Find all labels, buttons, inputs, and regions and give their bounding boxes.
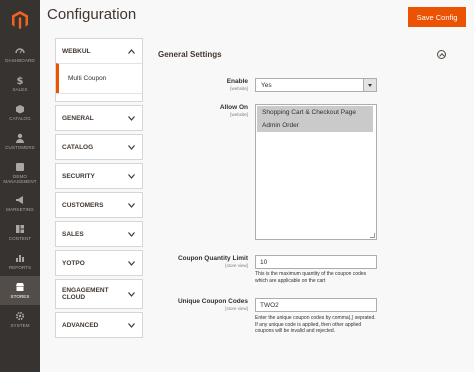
nav-label: Catalog	[9, 116, 31, 121]
demo-icon	[16, 162, 24, 171]
svg-text:$: $	[17, 76, 24, 85]
nav-item-reports[interactable]: Reports	[0, 247, 40, 276]
tab-engagement-cloud[interactable]: ENGAGEMENT CLOUD	[55, 279, 143, 309]
nav-item-catalog[interactable]: Catalog	[0, 98, 40, 127]
nav-item-stores[interactable]: Stores	[0, 276, 40, 305]
nav-label: Sales	[12, 87, 28, 92]
quantity-note: This is the maximum quantity of the coup…	[255, 271, 367, 284]
chevron-down-icon	[128, 260, 135, 266]
tab-yotpo[interactable]: YOTPO	[55, 250, 143, 276]
nav-label: System	[10, 323, 30, 328]
nav-label: Demo Management	[3, 173, 37, 184]
tab-label: YOTPO	[62, 259, 85, 267]
codes-input[interactable]: TWO2	[255, 298, 377, 312]
quantity-input[interactable]: 10	[255, 255, 377, 269]
store-icon	[16, 283, 24, 291]
resize-grip-icon[interactable]	[370, 233, 375, 238]
chevron-down-icon	[128, 144, 135, 150]
tab-sub-label: Multi Coupon	[68, 75, 107, 82]
tab-advanced[interactable]: ADVANCED	[55, 312, 143, 338]
nav-item-marketing[interactable]: Marketing	[0, 189, 40, 218]
enable-select[interactable]: Yes	[255, 78, 377, 92]
tab-general[interactable]: GENERAL	[55, 105, 143, 131]
magento-logo-icon[interactable]	[0, 0, 40, 40]
tab-label: ENGAGEMENT CLOUD	[62, 287, 109, 301]
chevron-up-icon	[128, 48, 135, 54]
allow-on-label: Allow On [website]	[219, 104, 248, 117]
section-title[interactable]: General Settings	[158, 50, 222, 59]
chevron-down-icon	[128, 173, 135, 179]
nav-label: Content	[8, 236, 32, 241]
tab-label: GENERAL	[62, 114, 94, 122]
megaphone-icon	[16, 196, 23, 204]
quantity-label: Coupon Quantity Limit [store view]	[177, 255, 248, 268]
enable-select-value: Yes	[261, 82, 272, 89]
chevron-down-icon	[128, 231, 135, 237]
tab-security[interactable]: SECURITY	[55, 163, 143, 189]
chevron-down-icon	[128, 322, 135, 328]
bar-chart-icon	[16, 255, 24, 262]
chevron-down-icon	[128, 115, 135, 121]
tab-customers[interactable]: CUSTOMERS	[55, 192, 143, 218]
enable-label: Enable [website]	[226, 78, 248, 91]
gear-icon	[15, 311, 25, 321]
chevron-down-icon	[128, 291, 135, 297]
tab-label: CATALOG	[62, 143, 94, 151]
nav-item-customers[interactable]: Customers	[0, 127, 40, 156]
nav-item-system[interactable]: System	[0, 305, 40, 334]
collapse-icon[interactable]	[437, 50, 446, 59]
tab-label: CUSTOMERS	[62, 201, 104, 209]
tab-webkul[interactable]: WEBKUL	[56, 39, 142, 63]
codes-label: Unique Coupon Codes [store view]	[177, 298, 248, 311]
multiselect-option[interactable]: Admin Order	[257, 119, 373, 132]
tab-group-webkul: WEBKUL Multi Coupon	[55, 38, 143, 102]
tab-label: SECURITY	[62, 172, 95, 180]
multiselect-option[interactable]: Shopping Cart & Checkout Page	[257, 106, 373, 119]
nav-label: Stores	[10, 294, 30, 299]
dashboard-icon	[15, 48, 25, 54]
layout-icon	[16, 225, 24, 233]
tab-label: ADVANCED	[62, 321, 99, 329]
tab-label: WEBKUL	[62, 47, 91, 55]
config-tabs: WEBKUL Multi Coupon GENERAL CATALOG SECU…	[55, 38, 143, 341]
tab-catalog[interactable]: CATALOG	[55, 134, 143, 160]
tab-sales[interactable]: SALES	[55, 221, 143, 247]
nav-item-demo-management[interactable]: Demo Management	[0, 156, 40, 189]
nav-label: Dashboard	[5, 58, 35, 63]
dollar-icon: $	[17, 76, 24, 85]
admin-sidebar: Dashboard $ Sales Catalog Customers Demo…	[0, 0, 40, 372]
box-icon	[16, 105, 24, 114]
chevron-down-icon	[363, 79, 376, 91]
nav-item-sales[interactable]: $ Sales	[0, 69, 40, 98]
tab-footer	[56, 93, 142, 101]
nav-label: Customers	[5, 145, 35, 150]
nav-item-content[interactable]: Content	[0, 218, 40, 247]
save-config-button[interactable]: Save Config	[408, 7, 466, 27]
nav-item-dashboard[interactable]: Dashboard	[0, 40, 40, 69]
allow-on-multiselect[interactable]: Shopping Cart & Checkout Page Admin Orde…	[255, 104, 377, 240]
nav-label: Marketing	[6, 207, 34, 212]
tab-multi-coupon[interactable]: Multi Coupon	[56, 63, 142, 93]
codes-note: Enter the unique coupon codes by comma(,…	[255, 315, 376, 334]
tab-label: SALES	[62, 230, 84, 238]
nav-label: Reports	[8, 265, 32, 270]
page-title: Configuration	[47, 6, 137, 23]
person-icon	[16, 133, 24, 143]
chevron-down-icon	[128, 202, 135, 208]
